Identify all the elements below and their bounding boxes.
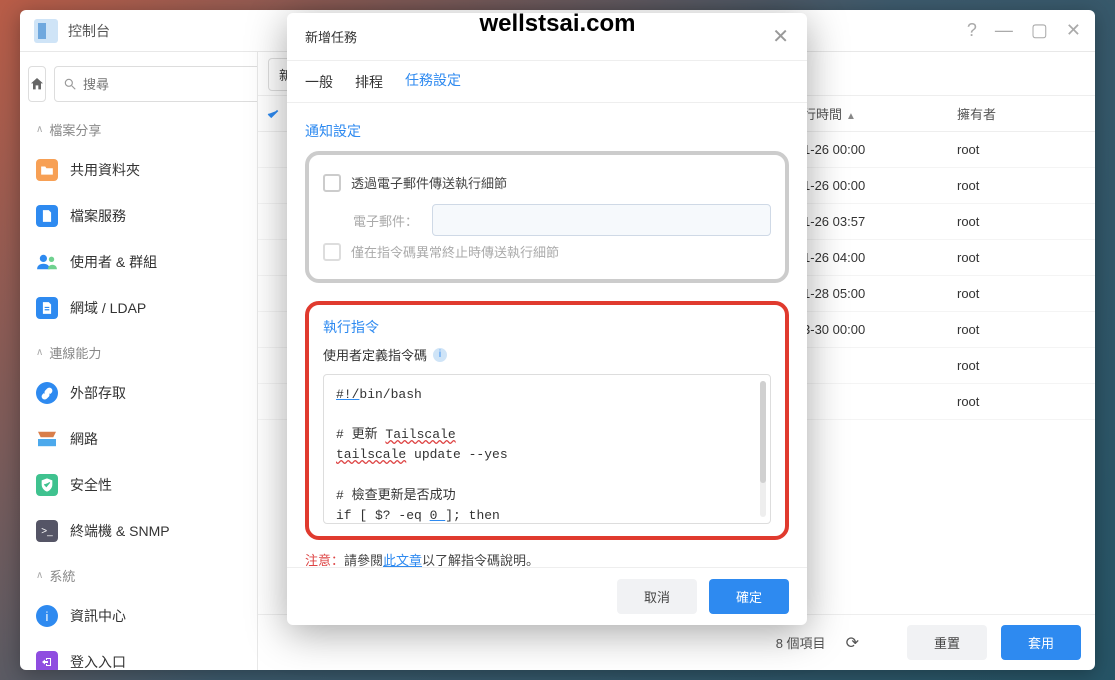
header-check-icon <box>266 107 280 121</box>
dialog-header: 新增任務 ✕ <box>287 13 807 61</box>
exec-section-title: 執行指令 <box>323 317 771 337</box>
file-service-icon <box>36 205 58 227</box>
cancel-button[interactable]: 取消 <box>617 579 697 614</box>
terminal-icon: >_ <box>36 520 58 542</box>
search-input[interactable] <box>83 77 258 92</box>
sidebar-item-security[interactable]: 安全性 <box>28 464 249 506</box>
item-count: 8 個項目 <box>776 633 826 652</box>
checkbox-icon <box>323 243 341 261</box>
search-input-wrap[interactable] <box>54 66 258 102</box>
notify-settings-box: 透過電子郵件傳送執行細節 電子郵件： 僅在指令碼異常終止時傳送執行細節 <box>305 151 789 283</box>
login-icon <box>36 651 58 670</box>
tab-schedule[interactable]: 排程 <box>355 72 383 102</box>
exec-command-box: 執行指令 使用者定義指令碼 i #!/bin/bash # 更新 Tailsca… <box>305 301 789 540</box>
ldap-icon <box>36 297 58 319</box>
link-icon <box>36 382 58 404</box>
script-note: 注意：請參閱此文章以了解指令碼說明。 <box>305 550 789 567</box>
sidebar-item-domain-ldap[interactable]: 網域 / LDAP <box>28 287 249 329</box>
shield-icon <box>36 474 58 496</box>
dialog-close-icon[interactable]: ✕ <box>772 24 789 49</box>
sidebar-item-terminal-snmp[interactable]: >_終端機 & SNMP <box>28 510 249 552</box>
sidebar-item-login-portal[interactable]: 登入入口 <box>28 641 249 670</box>
minimize-icon[interactable]: — <box>995 20 1013 41</box>
close-icon[interactable]: ✕ <box>1066 20 1081 41</box>
email-input[interactable] <box>432 204 771 236</box>
tab-task-settings[interactable]: 任務設定 <box>405 70 461 102</box>
maximize-icon[interactable]: ▢ <box>1031 20 1048 41</box>
home-icon <box>29 76 45 92</box>
dialog-footer: 取消 確定 <box>287 567 807 625</box>
home-button[interactable] <box>28 66 46 102</box>
section-file-sharing[interactable]: ∧檔案分享 <box>28 110 249 145</box>
ok-button[interactable]: 確定 <box>709 579 789 614</box>
scrollbar-thumb[interactable] <box>760 381 766 483</box>
search-icon <box>63 77 77 91</box>
note-article-link[interactable]: 此文章 <box>383 553 422 567</box>
apply-button[interactable]: 套用 <box>1001 625 1081 660</box>
tab-general[interactable]: 一般 <box>305 72 333 102</box>
folder-icon <box>36 159 58 181</box>
dialog-tabs: 一般 排程 任務設定 <box>287 61 807 103</box>
info-icon: i <box>36 605 58 627</box>
sidebar: ∧檔案分享 共用資料夾 檔案服務 使用者 & 群組 網域 / LDAP ∧連線能… <box>20 52 258 670</box>
network-icon <box>36 428 58 450</box>
sidebar-item-network[interactable]: 網路 <box>28 418 249 460</box>
sidebar-item-info-center[interactable]: i資訊中心 <box>28 595 249 637</box>
sidebar-item-file-services[interactable]: 檔案服務 <box>28 195 249 237</box>
section-system[interactable]: ∧系統 <box>28 556 249 591</box>
dialog-body: 通知設定 透過電子郵件傳送執行細節 電子郵件： 僅在指令碼異常終止時傳送執行細節… <box>287 103 807 567</box>
checkbox-send-email[interactable]: 透過電子郵件傳送執行細節 <box>323 173 771 192</box>
section-connectivity[interactable]: ∧連線能力 <box>28 333 249 368</box>
script-textarea[interactable]: #!/bin/bash # 更新 Tailscale tailscale upd… <box>323 374 771 524</box>
control-panel-icon <box>34 19 58 43</box>
sidebar-item-external-access[interactable]: 外部存取 <box>28 372 249 414</box>
reset-button[interactable]: 重置 <box>907 625 987 660</box>
email-label: 電子郵件： <box>353 211 418 230</box>
dialog-title: 新增任務 <box>305 27 357 46</box>
checkbox-icon <box>323 174 341 192</box>
refresh-icon[interactable]: ⟳ <box>846 633 859 653</box>
info-icon[interactable]: i <box>433 348 447 362</box>
sidebar-item-users-groups[interactable]: 使用者 & 群組 <box>28 241 249 283</box>
help-icon[interactable]: ? <box>967 20 977 41</box>
add-task-dialog: 新增任務 ✕ 一般 排程 任務設定 通知設定 透過電子郵件傳送執行細節 電子郵件… <box>287 13 807 625</box>
window-title: 控制台 <box>68 21 110 41</box>
sort-icon[interactable]: ▲ <box>846 111 856 122</box>
sidebar-item-shared-folder[interactable]: 共用資料夾 <box>28 149 249 191</box>
users-icon <box>36 251 58 273</box>
notify-section-title: 通知設定 <box>305 121 789 141</box>
script-label: 使用者定義指令碼 <box>323 345 427 364</box>
checkbox-only-on-error: 僅在指令碼異常終止時傳送執行細節 <box>323 242 771 261</box>
